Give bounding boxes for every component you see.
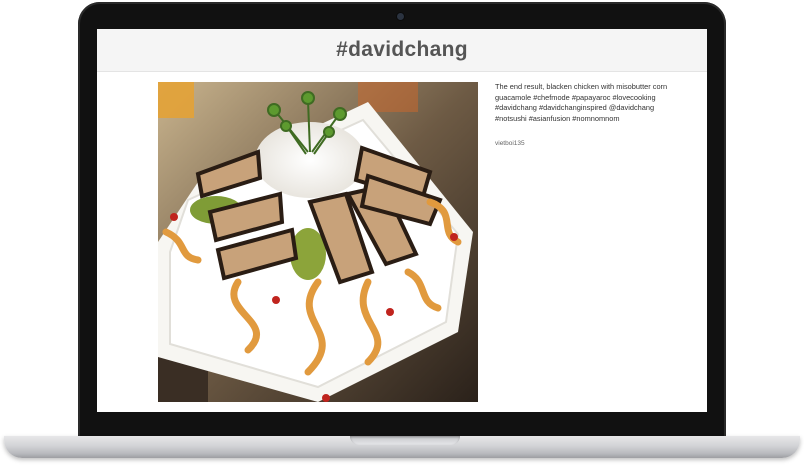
post-caption: The end result, blacken chicken with mis… [495,82,668,123]
laptop-base [4,436,800,458]
webcam [397,13,404,20]
food-photo-image [158,82,478,402]
post-username[interactable]: vietboi135 [495,140,525,147]
page-title: #davidchang [336,38,468,61]
post-photo[interactable] [158,82,478,402]
page-header: #davidchang [97,29,707,72]
laptop-screen: #davidchang The end result, blacken chic… [97,29,707,412]
laptop-lid-notch [350,436,460,445]
